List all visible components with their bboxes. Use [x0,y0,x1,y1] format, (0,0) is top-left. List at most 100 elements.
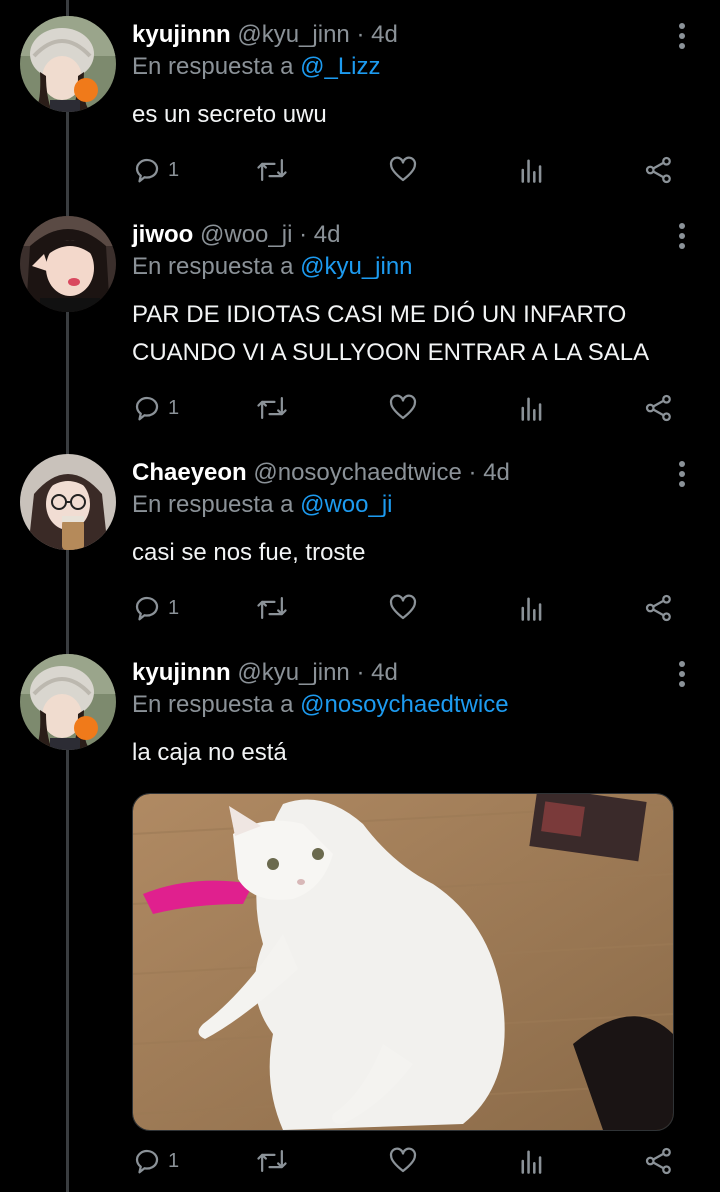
heart-icon [389,394,417,420]
more-options-icon [679,461,685,487]
share-icon [645,394,671,422]
reply-button[interactable]: 1 [132,1141,179,1181]
replying-to-label: En respuesta a [132,53,294,80]
tweet-text-line: casi se nos fue, troste [132,539,366,566]
more-options-icon [679,23,685,49]
replying-to-label: En respuesta a [132,253,294,280]
username[interactable]: @kyu_jinn [237,21,349,48]
heart-icon [389,156,417,182]
share-button[interactable] [644,1141,674,1181]
more-options-button[interactable] [670,658,694,690]
reply-icon [135,396,159,421]
timestamp[interactable]: 4d [483,459,510,486]
share-button[interactable] [644,150,674,190]
retweet-button[interactable] [256,150,288,190]
mention-link[interactable]: @woo_ji [300,491,392,518]
username[interactable]: @kyu_jinn [237,659,349,686]
tweet-header: kyujinnn @kyu_jinn · 4d [132,20,398,50]
tweet-actions: 1 [132,588,692,628]
like-button[interactable] [388,150,418,190]
reply-button[interactable]: 1 [132,388,179,428]
replying-to: En respuesta a @kyu_jinn [132,252,413,282]
white-cat-photo [133,794,673,1130]
share-icon [645,156,671,184]
more-options-icon [679,223,685,249]
tweet-text-line: PAR DE IDIOTAS CASI ME DIÓ UN INFARTO [132,301,627,328]
avatar[interactable] [20,216,116,312]
views-button[interactable] [518,388,546,428]
tweet-header: Chaeyeon @nosoychaedtwice · 4d [132,458,510,488]
retweet-icon [257,397,287,419]
avatar[interactable] [20,654,116,750]
tweet-header: jiwoo @woo_ji · 4d [132,220,340,250]
replying-to-label: En respuesta a [132,691,294,718]
reply-count: 1 [168,1149,180,1172]
timestamp[interactable]: 4d [371,659,398,686]
retweet-button[interactable] [256,1141,288,1181]
display-name[interactable]: kyujinnn [132,659,231,686]
reply-button[interactable]: 1 [132,150,179,190]
retweet-icon [257,1150,287,1172]
replying-to: En respuesta a @nosoychaedtwice [132,690,509,720]
views-icon [521,1150,542,1174]
mention-link[interactable]: @nosoychaedtwice [300,691,508,718]
username[interactable]: @nosoychaedtwice [253,459,461,486]
tweet-text: PAR DE IDIOTAS CASI ME DIÓ UN INFARTO CU… [132,296,649,372]
views-icon [521,397,542,421]
share-button[interactable] [644,388,674,428]
share-icon [645,594,671,622]
reply-icon [135,1149,159,1174]
tweet-text-line: la caja no está [132,739,287,766]
like-button[interactable] [388,388,418,428]
tweet-actions: 1 [132,388,692,428]
tweet-text: la caja no está [132,734,287,772]
views-icon [521,597,542,621]
timestamp[interactable]: 4d [371,21,398,48]
timestamp[interactable]: 4d [314,221,341,248]
avatar[interactable] [20,16,116,112]
more-options-icon [679,661,685,687]
more-options-button[interactable] [670,20,694,52]
separator-dot: · [299,221,308,248]
replying-to: En respuesta a @_Lizz [132,52,381,82]
share-icon [645,1147,671,1175]
thread-line [66,0,69,1192]
avatar[interactable] [20,454,116,550]
tweet-text: casi se nos fue, troste [132,534,365,572]
tweet-media-image[interactable] [132,793,674,1131]
display-name[interactable]: kyujinnn [132,21,231,48]
separator-dot: · [468,459,477,486]
views-button[interactable] [518,1141,546,1181]
tweet-text: es un secreto uwu [132,96,327,134]
separator-dot: · [356,21,365,48]
display-name[interactable]: Chaeyeon [132,459,247,486]
reply-count: 1 [168,158,180,181]
tweet-actions: 1 [132,150,692,190]
reply-icon [135,596,159,621]
replying-to-label: En respuesta a [132,491,294,518]
retweet-icon [257,159,287,181]
heart-icon [389,594,417,620]
separator-dot: · [356,659,365,686]
views-button[interactable] [518,150,546,190]
heart-icon [389,1147,417,1173]
reply-button[interactable]: 1 [132,588,179,628]
tweet-text-line: es un secreto uwu [132,101,327,128]
retweet-button[interactable] [256,588,288,628]
replying-to: En respuesta a @woo_ji [132,490,393,520]
display-name[interactable]: jiwoo [132,221,193,248]
mention-link[interactable]: @_Lizz [300,53,380,80]
like-button[interactable] [388,1141,418,1181]
views-icon [521,159,542,183]
reply-icon [135,158,159,183]
mention-link[interactable]: @kyu_jinn [300,253,412,280]
more-options-button[interactable] [670,220,694,252]
reply-count: 1 [168,396,180,419]
like-button[interactable] [388,588,418,628]
username[interactable]: @woo_ji [200,221,292,248]
views-button[interactable] [518,588,546,628]
share-button[interactable] [644,588,674,628]
more-options-button[interactable] [670,458,694,490]
retweet-button[interactable] [256,388,288,428]
retweet-icon [257,597,287,619]
